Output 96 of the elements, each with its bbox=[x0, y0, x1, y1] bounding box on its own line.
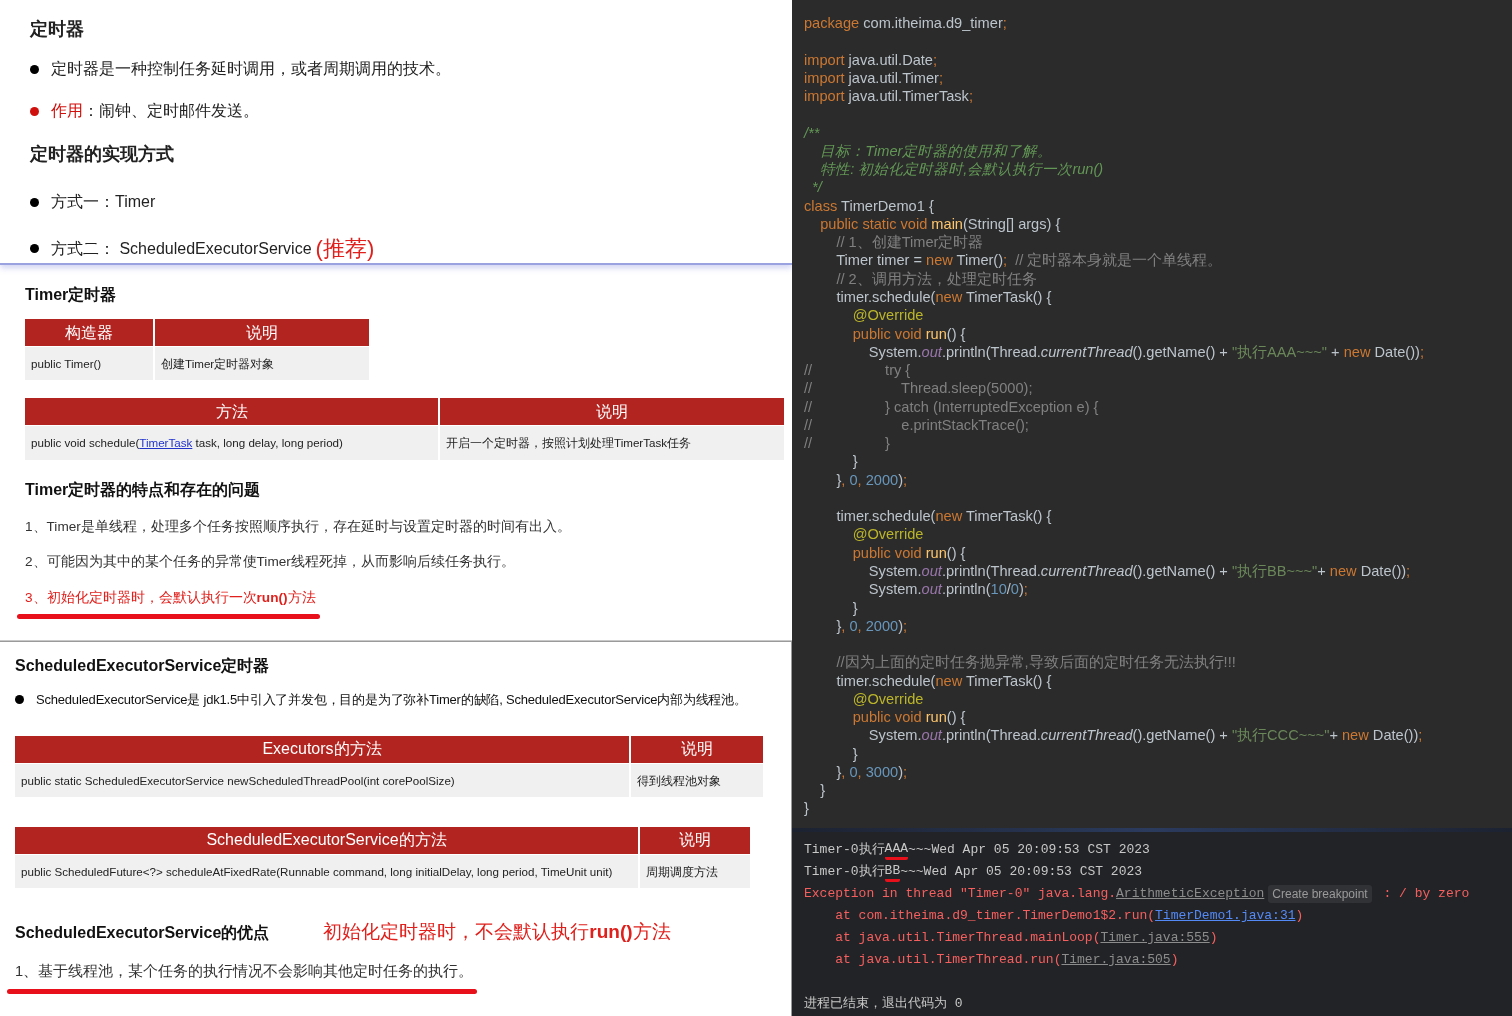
section-heading: ScheduledExecutorService定时器 bbox=[15, 656, 270, 676]
code-line: package com.itheima.d9_timer; bbox=[804, 14, 1008, 33]
list-item-text: 1、基于线程池，某个任务的执行情况不会影响其他定时任务的执行。 bbox=[15, 961, 474, 981]
table-cell: 周期调度方法 bbox=[640, 854, 750, 889]
console-text: at com.itheima.d9_timer.TimerDemo1$2.run( bbox=[834, 907, 1156, 925]
code-line: @Override bbox=[851, 306, 925, 325]
section-heading: ScheduledExecutorService的优点 bbox=[15, 923, 270, 944]
code-line: System.out.println(Thread.currentThread().getName() + "执行AAA~~~" + new Date()); bbox=[867, 342, 1425, 362]
code-line: // 2、调用方法，处理定时任务 bbox=[835, 269, 1038, 288]
table-cell: 创建Timer定时器对象 bbox=[155, 347, 369, 381]
code-line: 目标：Timer定时器的使用和了解。 bbox=[819, 141, 1054, 161]
recommend-tag: (推荐) bbox=[315, 232, 375, 265]
code-line: }, 0, 2000); bbox=[835, 616, 909, 636]
code-line: timer.schedule(new TimerTask() { bbox=[835, 671, 1053, 690]
section-heading: Timer定时器 bbox=[25, 285, 117, 305]
file-link[interactable]: Timer.java:555 bbox=[1100, 927, 1210, 949]
console-text: at java.util.TimerThread.mainLoop( bbox=[834, 929, 1101, 947]
console-text: at java.util.TimerThread.run( bbox=[834, 951, 1062, 969]
table-cell: public static ScheduledExecutorService newScheduledThreadPool(int corePoolSize) bbox=[15, 763, 629, 797]
code-line: }, 0, 3000); bbox=[835, 762, 909, 782]
code-line: // Thread.sleep(5000); bbox=[804, 379, 1034, 398]
file-link[interactable]: TimerDemo1.java:31 bbox=[1155, 905, 1296, 927]
list-item-text: 3、初始化定时器时，会默认执行一次run()方法 bbox=[25, 588, 316, 607]
console-text: Timer-0执行 bbox=[804, 863, 885, 881]
console-text: : / by zero bbox=[1382, 885, 1470, 903]
column-header: 构造器 bbox=[25, 319, 153, 346]
code-line: // 1、创建Timer定时器 bbox=[835, 233, 985, 252]
code-line: }, 0, 2000); bbox=[835, 470, 909, 489]
code-line: public static void main(String[] args) { bbox=[819, 214, 1062, 234]
code-line: System.out.println(Thread.currentThread().getName() + "执行CCC~~~"+ new Date()); bbox=[867, 726, 1424, 745]
code-line: } bbox=[804, 799, 810, 818]
column-header: 说明 bbox=[155, 319, 369, 346]
code-line: // } bbox=[804, 434, 891, 453]
table-cell: public ScheduledFuture<?> scheduleAtFixedRate(Runnable command, long initialDelay, long period, TimeUnit unit) bbox=[15, 854, 638, 889]
code-line: //因为上面的定时任务抛异常,导致后面的定时任务无法执行!!! bbox=[835, 653, 1237, 672]
code-line: timer.schedule(new TimerTask() { bbox=[835, 288, 1053, 307]
console-text: ) bbox=[1295, 907, 1304, 925]
code-line: } bbox=[851, 744, 859, 763]
code-line: // e.printStackTrace(); bbox=[804, 415, 1030, 435]
list-item-text: 2、可能因为其中的某个任务的异常使Timer线程死掉，从而影响后续任务执行。 bbox=[25, 553, 515, 572]
code-line: @Override bbox=[851, 525, 925, 544]
file-link[interactable]: Timer.java:505 bbox=[1061, 949, 1171, 971]
list-item-text: 1、Timer是单线程，处理多个任务按照顺序执行，存在延时与设置定时器的时间有出入。 bbox=[25, 517, 571, 536]
table-cell: public Timer() bbox=[25, 347, 153, 381]
code-line: 特性: 初始化定时器时,会默认执行一次run() bbox=[819, 160, 1105, 179]
console-text: 进程已结束，退出代码为 0 bbox=[804, 995, 963, 1013]
code-line: public void run() { bbox=[851, 324, 967, 343]
code-line: System.out.println(Thread.currentThread().getName() + "执行BB~~~"+ new Date()); bbox=[867, 561, 1412, 581]
bullet-text: 方式二： ScheduledExecutorService bbox=[51, 238, 312, 259]
code-line: @Override bbox=[851, 689, 925, 709]
section-heading: Timer定时器的特点和存在的问题 bbox=[25, 479, 261, 500]
console-text: Timer-0执行 bbox=[804, 841, 885, 859]
code-line: timer.schedule(new TimerTask() { bbox=[835, 507, 1053, 526]
console-text: ~~~Wed Apr 05 20:09:53 CST 2023 bbox=[900, 863, 1143, 881]
section-heading: 定时器 bbox=[30, 18, 84, 41]
table-cell: 开启一个定时器，按照计划处理TimerTask任务 bbox=[440, 426, 784, 460]
bullet-text: 定时器是一种控制任务延时调用，或者周期调用的技术。 bbox=[51, 59, 451, 79]
code-line: import java.util.Timer; bbox=[804, 68, 944, 88]
code-line: import java.util.TimerTask; bbox=[804, 87, 974, 106]
breakpoint-hint[interactable]: Create breakpoint bbox=[1268, 885, 1372, 903]
code-line: */ bbox=[811, 178, 824, 197]
bullet-text: ScheduledExecutorService是 jdk1.5中引入了并发包，目的是为了弥补Timer的缺陷, ScheduledExecutorService内部为线程池。 bbox=[36, 691, 747, 709]
column-header: 方法 bbox=[25, 398, 438, 426]
console-text: ) bbox=[1209, 929, 1218, 947]
code-line: } bbox=[851, 598, 859, 617]
code-line: class TimerDemo1 { bbox=[804, 196, 935, 215]
column-header: Executors的方法 bbox=[15, 735, 629, 763]
console-text: BB bbox=[884, 862, 901, 882]
console-text: Exception in thread "Timer-0" java.lang. bbox=[804, 885, 1117, 903]
table-cell: 得到线程池对象 bbox=[631, 763, 763, 797]
console-text: AAA bbox=[884, 840, 908, 860]
code-line: import java.util.Date; bbox=[804, 50, 939, 69]
console-text: ) bbox=[1170, 951, 1179, 969]
column-header: 说明 bbox=[631, 735, 763, 763]
code-line: public void run() { bbox=[851, 543, 967, 562]
code-line: // } catch (InterruptedException e) { bbox=[804, 397, 1100, 416]
code-line: Timer timer = new Timer(); // 定时器本身就是一个单线程。 bbox=[835, 251, 1224, 270]
console-text: ~~~Wed Apr 05 20:09:53 CST 2023 bbox=[908, 841, 1150, 859]
bullet-text: 方式一：Timer bbox=[51, 192, 156, 212]
column-header: 说明 bbox=[640, 826, 750, 854]
annotation-note: 初始化定时器时，不会默认执行run()方法 bbox=[323, 920, 671, 945]
section-heading: 定时器的实现方式 bbox=[30, 143, 174, 166]
code-line: public void run() { bbox=[851, 708, 967, 727]
bullet-label: 作用 bbox=[51, 101, 83, 121]
code-line: } bbox=[819, 781, 827, 800]
column-header: ScheduledExecutorService的方法 bbox=[15, 826, 638, 854]
code-line: } bbox=[851, 452, 859, 471]
cell-text: public void schedule( bbox=[31, 436, 140, 450]
bullet-text: ：闹钟、定时邮件发送。 bbox=[83, 101, 259, 121]
code-line: // try { bbox=[804, 361, 912, 380]
column-header: 说明 bbox=[440, 398, 784, 426]
cell-text: task, long delay, long period) bbox=[194, 436, 343, 450]
link[interactable]: TimerTask bbox=[139, 436, 193, 450]
code-line: System.out.println(10/0); bbox=[867, 580, 1029, 599]
code-line: /** bbox=[804, 123, 821, 142]
file-link[interactable]: ArithmeticException bbox=[1116, 883, 1265, 905]
